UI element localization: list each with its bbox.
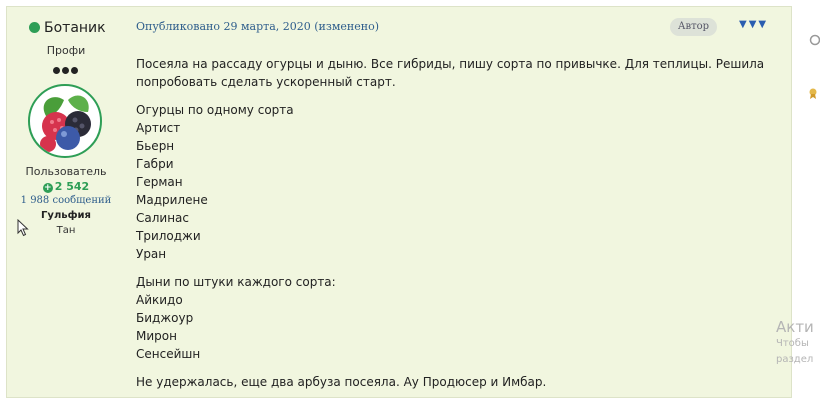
- activation-watermark: Акти Чтобы раздел: [776, 318, 820, 368]
- post-paragraph: Посеяла на рассаду огурцы и дыню. Все ги…: [136, 57, 765, 89]
- author-panel: Ботаник Профи Пользователь + 2 542 1 988…: [7, 7, 129, 397]
- list-item: Герман: [136, 175, 183, 189]
- reputation-value: 2 542: [54, 180, 90, 193]
- list-item: Трилоджи: [136, 229, 201, 243]
- melons-heading: Дыни по штуки каждого сорта:: [136, 275, 336, 289]
- watermark-line: Чтобы: [776, 338, 809, 349]
- author-posts-link[interactable]: 1 988 сообщений: [7, 195, 125, 206]
- forum-post: Ботаник Профи Пользователь + 2 542 1 988…: [6, 6, 792, 398]
- search-icon: [809, 34, 820, 46]
- post-paragraph: Не удержалась, еще два арбуза посеяла. А…: [136, 375, 547, 389]
- list-item: Сенсейшн: [136, 347, 201, 361]
- mouse-cursor-icon: [17, 219, 29, 237]
- list-item: Салинас: [136, 211, 189, 225]
- list-item: Айкидо: [136, 293, 183, 307]
- post-menu-chevron-down-icon[interactable]: ▼▼▼: [739, 19, 768, 30]
- list-item: Биджоур: [136, 311, 194, 325]
- list-item: Артист: [136, 121, 181, 135]
- online-status-icon: [29, 22, 40, 33]
- watermark-title: Акти: [776, 318, 814, 336]
- list-item: Бьерн: [136, 139, 175, 153]
- post-date-link[interactable]: Опубликовано 29 марта, 2020 (изменено): [136, 20, 379, 33]
- author-name[interactable]: Ботаник: [44, 20, 106, 36]
- rank-pips-icon: [53, 59, 80, 74]
- author-reputation: +2 542: [7, 180, 125, 193]
- list-item: Мадрилене: [136, 193, 208, 207]
- post-body: Посеяла на рассаду огурцы и дыню. Все ги…: [136, 55, 776, 391]
- list-item: Мирон: [136, 329, 177, 343]
- author-rank: Профи: [46, 44, 86, 57]
- list-item: Уран: [136, 247, 167, 261]
- author-name-row[interactable]: Ботаник: [29, 20, 106, 36]
- author-group: Пользователь: [25, 165, 107, 178]
- avatar[interactable]: [28, 84, 102, 158]
- list-item: Габри: [136, 157, 174, 171]
- award-icon: [809, 88, 817, 99]
- author-badge: Автор: [670, 18, 717, 36]
- watermark-line: раздел: [776, 354, 814, 365]
- berries-avatar-icon: [40, 95, 91, 152]
- plus-circle-icon: +: [42, 183, 53, 193]
- cucumbers-heading: Огурцы по одному сорта: [136, 103, 294, 117]
